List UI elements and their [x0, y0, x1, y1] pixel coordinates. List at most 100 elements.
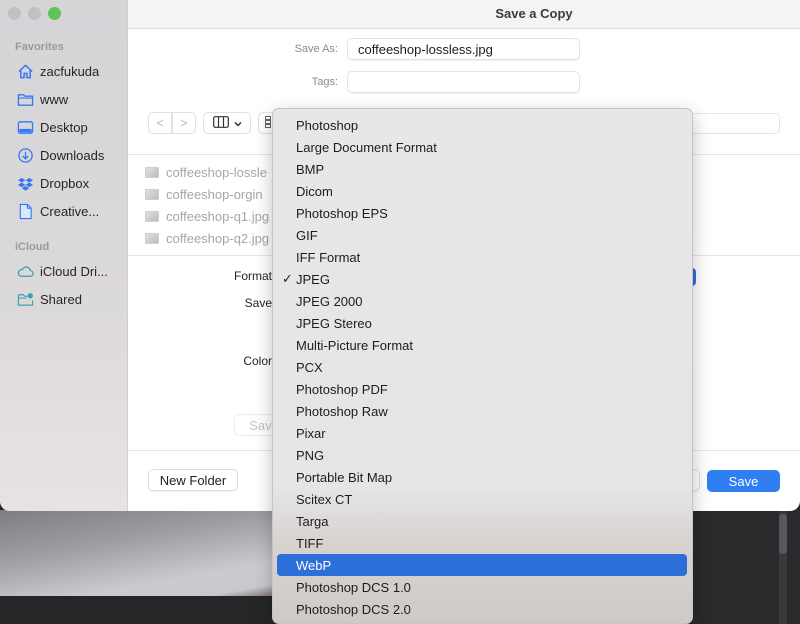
format-label: Format — [233, 269, 272, 283]
sidebar-item-label: zacfukuda — [40, 63, 100, 79]
menu-item-label: PNG — [296, 447, 325, 463]
menu-item-label: BMP — [296, 161, 325, 177]
minimize-button[interactable] — [28, 7, 41, 20]
dropbox-icon — [16, 174, 34, 192]
menu-item-label: Portable Bit Map — [296, 469, 393, 485]
zoom-button[interactable] — [48, 7, 61, 20]
save-as-field[interactable]: coffeeshop-lossless.jpg — [347, 38, 580, 60]
folder-icon — [16, 90, 34, 108]
menu-item-dicom[interactable]: Dicom — [277, 180, 687, 202]
menu-item-pcx[interactable]: PCX — [277, 356, 687, 378]
file-row[interactable]: coffeeshop-orgin — [145, 184, 263, 204]
sidebar-item-downloads[interactable]: Downloads — [16, 144, 104, 166]
file-row[interactable]: coffeeshop-lossle — [145, 162, 267, 182]
tags-field[interactable] — [347, 71, 580, 93]
menu-item-webp[interactable]: WebP — [277, 554, 687, 576]
menu-item-label: Photoshop EPS — [296, 205, 388, 221]
menu-item-portable-bit-map[interactable]: Portable Bit Map — [277, 466, 687, 488]
close-button[interactable] — [8, 7, 21, 20]
menu-item-jpeg-2000[interactable]: JPEG 2000 — [277, 290, 687, 312]
columns-view-icon — [212, 115, 229, 131]
menu-item-label: Photoshop PDF — [296, 381, 388, 397]
menu-item-photoshop-pdf[interactable]: Photoshop PDF — [277, 378, 687, 400]
file-name: coffeeshop-lossle — [166, 164, 267, 180]
menu-item-label: IFF Format — [296, 249, 361, 265]
checkmark-icon: ✓ — [282, 271, 293, 286]
menu-item-label: Targa — [296, 513, 329, 529]
file-row[interactable]: coffeeshop-q1.jpg — [145, 206, 269, 226]
view-mode-button[interactable] — [203, 112, 251, 134]
tags-label: Tags: — [311, 76, 338, 88]
menu-item-jpeg-stereo[interactable]: JPEG Stereo — [277, 312, 687, 334]
menu-item-label: Photoshop Raw — [296, 403, 388, 419]
back-button[interactable]: < — [148, 112, 172, 134]
sidebar-item-label: Dropbox — [40, 175, 90, 191]
menu-item-gif[interactable]: GIF — [277, 224, 687, 246]
menu-item-scitex-ct[interactable]: Scitex CT — [277, 488, 687, 510]
sidebar-item-label: Creative... — [40, 203, 100, 219]
forward-button[interactable]: > — [172, 112, 196, 134]
menu-item-jpeg[interactable]: ✓ JPEG — [277, 268, 687, 290]
menu-item-label: Photoshop — [296, 117, 359, 133]
image-file-icon — [145, 210, 159, 222]
menu-item-pixar[interactable]: Pixar — [277, 422, 687, 444]
menu-item-bmp[interactable]: BMP — [277, 158, 687, 180]
background-scrollbar-thumb[interactable] — [779, 514, 787, 554]
menu-item-photoshop[interactable]: Photoshop — [277, 114, 687, 136]
sidebar-item-label: iCloud Dri... — [40, 263, 108, 279]
menu-item-label: Photoshop DCS 1.0 — [296, 579, 411, 595]
search-field[interactable] — [690, 113, 780, 134]
download-icon — [16, 146, 34, 164]
file-name: coffeeshop-q1.jpg — [166, 208, 270, 224]
sidebar-item-shared[interactable]: Shared — [16, 288, 82, 310]
menu-item-label: JPEG 2000 — [296, 293, 363, 309]
title-bar: Save a Copy — [128, 0, 800, 29]
background-photo — [0, 510, 272, 606]
format-menu: Photoshop Large Document Format BMP Dico… — [272, 108, 693, 624]
chevron-down-icon — [233, 116, 242, 130]
menu-item-label: Multi-Picture Format — [296, 337, 414, 353]
menu-item-png[interactable]: PNG — [277, 444, 687, 466]
menu-item-label: PCX — [296, 359, 323, 375]
file-row[interactable]: coffeeshop-q2.jpg — [145, 228, 269, 248]
new-folder-button[interactable]: New Folder — [148, 469, 238, 491]
save-as-label: Save As: — [294, 43, 338, 55]
file-name: coffeeshop-q2.jpg — [166, 230, 270, 246]
menu-item-label: Scitex CT — [296, 491, 353, 507]
sidebar-item-desktop[interactable]: Desktop — [16, 116, 88, 138]
sidebar-item-label: www — [40, 91, 69, 107]
image-file-icon — [145, 232, 159, 244]
menu-item-label: WebP — [296, 557, 332, 573]
sidebar-item-zacfukuda[interactable]: zacfukuda — [16, 60, 99, 82]
menu-item-label: Pixar — [296, 425, 326, 441]
sidebar-item-label: Shared — [40, 291, 82, 307]
menu-item-large-document-format[interactable]: Large Document Format — [277, 136, 687, 158]
menu-item-targa[interactable]: Targa — [277, 510, 687, 532]
sidebar-section-favorites: Favorites — [15, 41, 64, 53]
menu-item-label: JPEG — [296, 271, 330, 287]
window-title: Save a Copy — [495, 6, 573, 21]
color-label: Color — [243, 354, 272, 368]
sidebar-item-creative[interactable]: Creative... — [16, 200, 99, 222]
menu-item-photoshop-eps[interactable]: Photoshop EPS — [277, 202, 687, 224]
sidebar-item-icloud-drive[interactable]: iCloud Dri... — [16, 260, 108, 282]
chevron-left-icon: < — [156, 116, 164, 130]
cloud-icon — [16, 262, 34, 280]
home-icon — [16, 62, 34, 80]
menu-item-multi-picture-format[interactable]: Multi-Picture Format — [277, 334, 687, 356]
menu-item-photoshop-dcs-2[interactable]: Photoshop DCS 2.0 — [277, 598, 687, 620]
save-options-label: Save — [244, 296, 272, 310]
menu-item-label: TIFF — [296, 535, 324, 551]
chevron-right-icon: > — [180, 116, 188, 130]
save-button[interactable]: Save — [707, 470, 780, 492]
menu-item-label: Dicom — [296, 183, 333, 199]
menu-item-iff-format[interactable]: IFF Format — [277, 246, 687, 268]
menu-item-label: GIF — [296, 227, 318, 243]
group-icon — [265, 115, 271, 131]
sidebar-item-dropbox[interactable]: Dropbox — [16, 172, 89, 194]
menu-item-photoshop-dcs-1[interactable]: Photoshop DCS 1.0 — [277, 576, 687, 598]
sidebar-section-icloud: iCloud — [15, 241, 50, 253]
menu-item-photoshop-raw[interactable]: Photoshop Raw — [277, 400, 687, 422]
sidebar-item-www[interactable]: www — [16, 88, 68, 110]
menu-item-tiff[interactable]: TIFF — [277, 532, 687, 554]
